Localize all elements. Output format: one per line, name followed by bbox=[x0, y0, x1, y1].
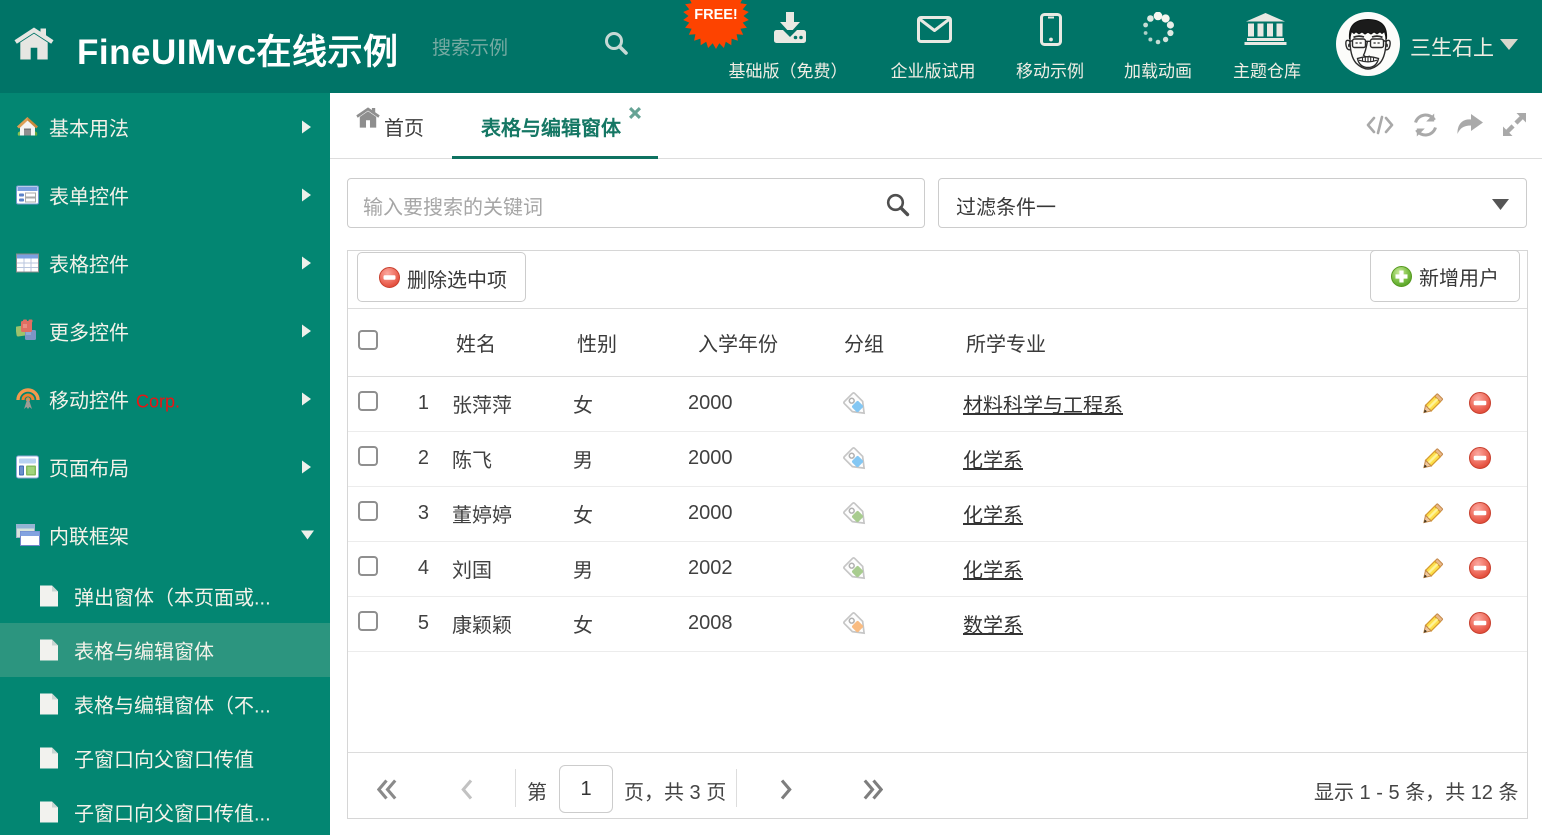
svg-text:FREE!: FREE! bbox=[694, 7, 738, 23]
